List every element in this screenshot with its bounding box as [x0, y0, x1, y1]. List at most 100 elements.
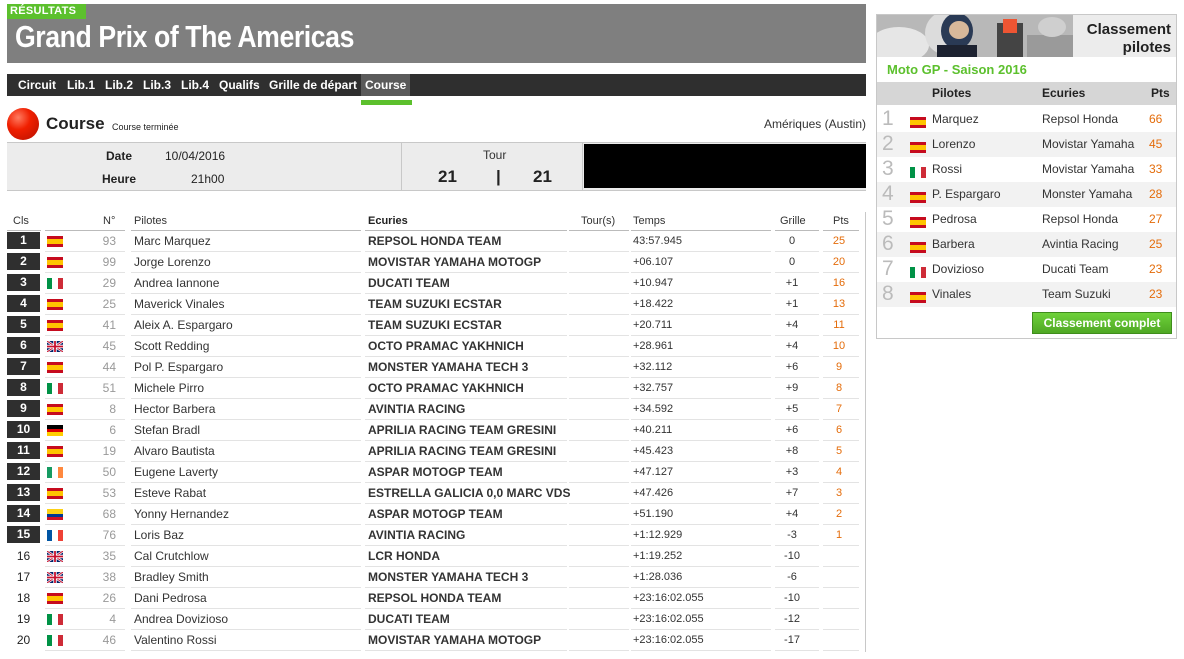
standings-points: 27	[1149, 212, 1163, 226]
table-row[interactable]: 11 19 Alvaro Bautista APRILIA RACING TEAM G…	[7, 441, 859, 462]
table-row[interactable]: 10 6 Stefan Bradl APRILIA RACING TEAM GRESI…	[7, 420, 859, 441]
rider-name[interactable]: Jorge Lorenzo	[134, 252, 211, 272]
flag-icon-es	[47, 446, 63, 457]
time-value: 21h00	[191, 172, 225, 186]
tab-lib1[interactable]: Lib.1	[67, 74, 95, 96]
position: 20	[16, 633, 31, 647]
standings-row[interactable]: 2 Lorenzo Movistar Yamaha 45	[877, 132, 1176, 157]
rider-name[interactable]: Esteve Rabat	[134, 483, 206, 503]
table-row[interactable]: 14 68 Yonny Hernandez ASPAR MOTOGP TEAM +51.…	[7, 504, 859, 525]
table-row[interactable]: 18 26 Dani Pedrosa REPSOL HONDA TEAM +23:16:…	[7, 588, 859, 609]
race-time: +06.107	[633, 256, 674, 268]
table-row[interactable]: 6 45 Scott Redding OCTO PRAMAC YAKHNICH +28.…	[7, 336, 859, 357]
rider-name[interactable]: Pol P. Espargaro	[134, 357, 223, 377]
rider-name[interactable]: Cal Crutchlow	[134, 546, 209, 566]
standings-rider[interactable]: Marquez	[932, 112, 979, 126]
rider-name[interactable]: Andrea Iannone	[134, 273, 219, 293]
rider-name[interactable]: Alvaro Bautista	[134, 441, 215, 461]
tab-lib3[interactable]: Lib.3	[143, 74, 171, 96]
standings-row[interactable]: 3 Rossi Movistar Yamaha 33	[877, 157, 1176, 182]
rider-name[interactable]: Aleix A. Espargaro	[134, 315, 233, 335]
tour-total: 21	[533, 167, 552, 186]
table-row[interactable]: 12 50 Eugene Laverty ASPAR MOTOGP TEAM +47.1…	[7, 462, 859, 483]
tab-circuit[interactable]: Circuit	[18, 74, 56, 96]
table-row[interactable]: 8 51 Michele Pirro OCTO PRAMAC YAKHNICH +32.…	[7, 378, 859, 399]
table-row[interactable]: 15 76 Loris Baz AVINTIA RACING +1:12.929 -3 1	[7, 525, 859, 546]
tab-lib4[interactable]: Lib.4	[181, 74, 209, 96]
flag-icon-it	[910, 267, 926, 278]
tab-lib2[interactable]: Lib.2	[105, 74, 133, 96]
tab-qualifs[interactable]: Qualifs	[219, 74, 260, 96]
rider-name[interactable]: Stefan Bradl	[134, 420, 200, 440]
video-placeholder	[584, 144, 866, 188]
table-row[interactable]: 13 53 Esteve Rabat ESTRELLA GALICIA 0,0 MAR…	[7, 483, 859, 504]
rider-name[interactable]: Valentino Rossi	[134, 630, 217, 650]
rider-name[interactable]: Michele Pirro	[134, 378, 204, 398]
race-time: +1:19.252	[633, 550, 683, 562]
team-name: APRILIA RACING TEAM GRESINI	[368, 423, 557, 437]
rider-name[interactable]: Marc Marquez	[134, 231, 211, 251]
grid-delta: +4	[785, 340, 799, 352]
col-temps: Temps	[633, 215, 666, 227]
team-name: MOVISTAR YAMAHA MOTOGP	[368, 633, 542, 647]
table-row[interactable]: 4 25 Maverick Vinales TEAM SUZUKI ECSTAR +18…	[7, 294, 859, 315]
standings-row[interactable]: 4 P. Espargaro Monster Yamaha 28	[877, 182, 1176, 207]
standings-points: 33	[1149, 162, 1163, 176]
rider-name[interactable]: Scott Redding	[134, 336, 209, 356]
time-label: Heure	[102, 172, 137, 186]
standings-row[interactable]: 5 Pedrosa Repsol Honda 27	[877, 207, 1176, 232]
flag-icon-es	[47, 236, 63, 247]
rider-name[interactable]: Eugene Laverty	[134, 462, 218, 482]
rider-name[interactable]: Yonny Hernandez	[134, 504, 229, 524]
standings-rider[interactable]: Pedrosa	[932, 212, 977, 226]
rider-number: 44	[102, 360, 116, 374]
flag-icon-es	[47, 257, 63, 268]
tour-separator: |	[496, 167, 501, 186]
standings-rider[interactable]: Barbera	[932, 237, 975, 251]
table-row[interactable]: 20 46 Valentino Rossi MOVISTAR YAMAHA MOTOG…	[7, 630, 859, 651]
standings-team: Avintia Racing	[1042, 237, 1119, 251]
table-row[interactable]: 1 93 Marc Marquez REPSOL HONDA TEAM 43:57.94…	[7, 231, 859, 252]
col-tours: Tour(s)	[581, 215, 616, 227]
tab-grille-depart[interactable]: Grille de départ	[269, 74, 357, 96]
standings-row[interactable]: 1 Marquez Repsol Honda 66	[877, 107, 1176, 132]
standings-rider[interactable]: Dovizioso	[932, 262, 984, 276]
rider-number: 6	[109, 423, 116, 437]
rider-number: 76	[102, 528, 116, 542]
table-row[interactable]: 2 99 Jorge Lorenzo MOVISTAR YAMAHA MOTOGP +0…	[7, 252, 859, 273]
flag-icon-es	[47, 320, 63, 331]
standings-row[interactable]: 6 Barbera Avintia Racing 25	[877, 232, 1176, 257]
table-row[interactable]: 17 38 Bradley Smith MONSTER YAMAHA TECH 3 +1…	[7, 567, 859, 588]
position-badge: 7	[7, 358, 40, 375]
race-time: 43:57.945	[633, 235, 682, 247]
rider-name[interactable]: Bradley Smith	[134, 567, 209, 587]
position-badge: 8	[7, 379, 40, 396]
rider-name[interactable]: Loris Baz	[134, 525, 184, 545]
standings-row[interactable]: 7 Dovizioso Ducati Team 23	[877, 257, 1176, 282]
rider-name[interactable]: Hector Barbera	[134, 399, 215, 419]
rider-name[interactable]: Dani Pedrosa	[134, 588, 207, 608]
col-cls: Cls	[13, 215, 29, 227]
table-row[interactable]: 16 35 Cal Crutchlow LCR HONDA +1:19.252 -10	[7, 546, 859, 567]
standings-row[interactable]: 8 Vinales Team Suzuki 23	[877, 282, 1176, 307]
team-name: AVINTIA RACING	[368, 402, 466, 416]
table-row[interactable]: 5 41 Aleix A. Espargaro TEAM SUZUKI ECSTAR +…	[7, 315, 859, 336]
points: 1	[835, 529, 843, 541]
rider-number: 99	[102, 255, 116, 269]
standings-col-team: Ecuries	[1042, 86, 1086, 100]
standings-rider[interactable]: Vinales	[932, 287, 971, 301]
standings-rider[interactable]: Lorenzo	[932, 137, 975, 151]
table-row[interactable]: 19 4 Andrea Dovizioso DUCATI TEAM +23:16:02.…	[7, 609, 859, 630]
col-pilot: Pilotes	[134, 215, 168, 227]
full-standings-button[interactable]: Classement complet	[1032, 312, 1172, 334]
tab-course[interactable]: Course	[361, 74, 411, 96]
table-row[interactable]: 3 29 Andrea Iannone DUCATI TEAM +10.947 +1 16	[7, 273, 859, 294]
table-row[interactable]: 7 44 Pol P. Espargaro MONSTER YAMAHA TECH 3…	[7, 357, 859, 378]
standings-rider[interactable]: P. Espargaro	[932, 187, 1001, 201]
grid-delta: +6	[785, 424, 799, 436]
table-row[interactable]: 9 8 Hector Barbera AVINTIA RACING +34.592 +5 7	[7, 399, 859, 420]
rider-name[interactable]: Maverick Vinales	[134, 294, 224, 314]
results-table: Cls N° Pilotes Ecuries Tour(s) Temps Gri…	[7, 212, 866, 652]
rider-name[interactable]: Andrea Dovizioso	[134, 609, 228, 629]
standings-rider[interactable]: Rossi	[932, 162, 962, 176]
